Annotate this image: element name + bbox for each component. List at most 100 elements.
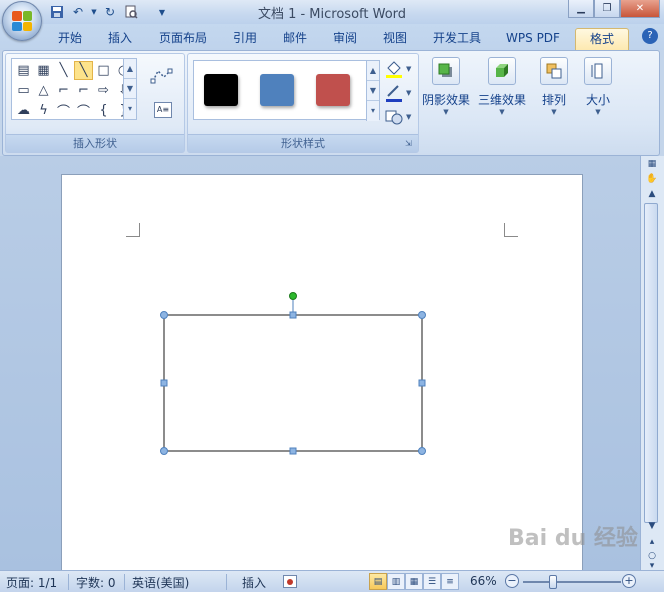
scroll-up-icon[interactable]: ▲	[641, 186, 663, 201]
tab-page-layout[interactable]: 页面布局	[151, 28, 215, 50]
shape-lightning-icon[interactable]: ϟ	[34, 101, 53, 120]
rectangle-shape-layer	[160, 292, 426, 455]
gallery-up-icon[interactable]: ▲	[124, 59, 136, 79]
change-shape-button[interactable]: ▼	[384, 108, 414, 128]
tab-wps-pdf[interactable]: WPS PDF	[500, 28, 566, 50]
size-button[interactable]: 大小 ▼	[573, 55, 623, 129]
styles-down-icon[interactable]: ▼	[367, 81, 379, 101]
tab-format[interactable]: 格式	[575, 28, 629, 50]
tab-view[interactable]: 视图	[376, 28, 414, 50]
shape-line-icon[interactable]: ╲	[54, 61, 73, 80]
full-screen-reading-view-icon[interactable]: ▥	[387, 573, 405, 590]
print-layout-view-icon[interactable]: ▤	[369, 573, 387, 590]
resize-handle-bottom[interactable]	[289, 447, 297, 455]
three-d-effects-button[interactable]: 三维效果 ▼	[477, 55, 527, 129]
style-swatch-blue[interactable]	[260, 74, 294, 106]
shape-text-box-icon[interactable]: ▤	[14, 61, 33, 80]
shape-vertical-text-box-icon[interactable]: ▦	[34, 61, 53, 80]
group-shape-styles: ▲ ▼ ▾ ▼ ▼ ▼ 形状样式 ⇲	[187, 53, 419, 153]
resize-handle-top-right[interactable]	[418, 311, 426, 319]
gallery-down-icon[interactable]: ▼	[124, 79, 136, 99]
document-area	[0, 156, 640, 574]
ruler-toggle-icon[interactable]: ▦	[641, 156, 663, 171]
web-layout-view-icon[interactable]: ▦	[405, 573, 423, 590]
close-button[interactable]: ✕	[620, 0, 660, 18]
tab-mailings[interactable]: 邮件	[276, 28, 314, 50]
pan-hand-icon[interactable]: ✋	[641, 171, 663, 186]
tab-references[interactable]: 引用	[226, 28, 264, 50]
tab-home[interactable]: 开始	[51, 28, 89, 50]
scrollbar-thumb[interactable]	[644, 203, 658, 523]
rectangle-shape[interactable]	[163, 314, 423, 452]
group-label-shape-styles: 形状样式	[188, 134, 418, 152]
shape-outline-button[interactable]: ▼	[384, 84, 414, 104]
resize-handle-bottom-right[interactable]	[418, 447, 426, 455]
svg-text:▼: ▼	[406, 89, 412, 97]
shapes-gallery-scroll[interactable]: ▲ ▼ ▾	[123, 59, 136, 119]
status-page[interactable]: 页面: 1/1	[6, 574, 57, 591]
resize-handle-right[interactable]	[418, 379, 426, 387]
scroll-down-icon[interactable]: ▼	[641, 518, 663, 533]
shape-styles-gallery[interactable]: ▲ ▼ ▾	[193, 60, 380, 121]
style-swatch-red[interactable]	[316, 74, 350, 106]
styles-gallery-scroll[interactable]: ▲ ▼ ▾	[366, 61, 379, 121]
svg-text:▼: ▼	[406, 113, 412, 121]
close-icon: ✕	[635, 3, 645, 14]
edit-shape-icon[interactable]	[150, 68, 178, 86]
restore-button[interactable]: ❐	[594, 0, 620, 18]
minimize-icon: ▁	[577, 3, 585, 14]
outline-view-icon[interactable]: ☰	[423, 573, 441, 590]
shape-cloud-icon[interactable]: ☁	[14, 101, 33, 120]
rotate-handle[interactable]	[289, 292, 297, 300]
status-insert-mode[interactable]: 插入	[242, 574, 266, 591]
shadow-effects-button[interactable]: 阴影效果 ▼	[421, 55, 471, 129]
resize-handle-left[interactable]	[160, 379, 168, 387]
office-button[interactable]	[2, 1, 42, 41]
shape-curve-icon[interactable]: ⌒	[74, 101, 93, 120]
arrange-button[interactable]: 排列 ▼	[529, 55, 579, 129]
status-separator	[124, 574, 125, 590]
help-icon[interactable]: ?	[642, 28, 658, 44]
shapes-gallery[interactable]: ▤▦╲╲□○▭△⌐⌐⇨⇩☁ϟ⌒⌒{} ▲ ▼ ▾	[11, 58, 137, 120]
shape-right-arrow-icon[interactable]: ⇨	[94, 81, 113, 100]
document-page[interactable]	[61, 174, 583, 574]
shape-left-brace-icon[interactable]: {	[94, 101, 113, 120]
zoom-slider-knob[interactable]	[549, 575, 558, 589]
text-box-icon[interactable]: A≡	[154, 102, 172, 118]
tab-developer[interactable]: 开发工具	[426, 28, 488, 50]
resize-handle-bottom-left[interactable]	[160, 447, 168, 455]
change-shape-icon: ▼	[385, 110, 412, 125]
three-d-effects-label: 三维效果	[477, 93, 526, 107]
shape-rounded-rectangle-icon[interactable]: ▭	[14, 81, 33, 100]
styles-up-icon[interactable]: ▲	[367, 61, 379, 81]
zoom-out-icon[interactable]: −	[505, 574, 519, 588]
gallery-more-icon[interactable]: ▾	[124, 99, 136, 119]
prev-page-icon[interactable]: ▴	[641, 534, 663, 549]
arrange-icon	[540, 57, 568, 85]
shape-elbow-arrow-connector-icon[interactable]: ⌐	[74, 81, 93, 100]
shape-arrow-line-icon[interactable]: ╲	[74, 61, 93, 80]
zoom-slider-track[interactable]	[523, 581, 621, 583]
shape-triangle-icon[interactable]: △	[34, 81, 53, 100]
resize-handle-top[interactable]	[289, 311, 297, 319]
shape-fill-button[interactable]: ▼	[384, 60, 414, 80]
dialog-launcher-icon[interactable]: ⇲	[405, 139, 415, 149]
resize-handle-top-left[interactable]	[160, 311, 168, 319]
style-swatch-black[interactable]	[204, 74, 238, 106]
vertical-scrollbar[interactable]: ▦ ✋ ▲ ▼ ▴ ○ ▾	[640, 156, 664, 571]
shape-arc-icon[interactable]: ⌒	[54, 101, 73, 120]
zoom-in-icon[interactable]: +	[622, 574, 636, 588]
shape-elbow-connector-icon[interactable]: ⌐	[54, 81, 73, 100]
status-language[interactable]: 英语(美国)	[132, 574, 189, 591]
styles-more-icon[interactable]: ▾	[367, 101, 379, 121]
minimize-button[interactable]: ▁	[568, 0, 594, 18]
draft-view-icon[interactable]: ≡	[441, 573, 459, 590]
macro-record-icon[interactable]	[283, 575, 297, 588]
tab-review[interactable]: 审阅	[326, 28, 364, 50]
zoom-level[interactable]: 66%	[470, 574, 497, 588]
status-word-count[interactable]: 字数: 0	[76, 574, 116, 591]
svg-text:▼: ▼	[406, 65, 412, 73]
tab-insert[interactable]: 插入	[101, 28, 139, 50]
shape-rectangle-icon[interactable]: □	[94, 61, 113, 80]
pen-outline-icon: ▼	[386, 85, 412, 102]
